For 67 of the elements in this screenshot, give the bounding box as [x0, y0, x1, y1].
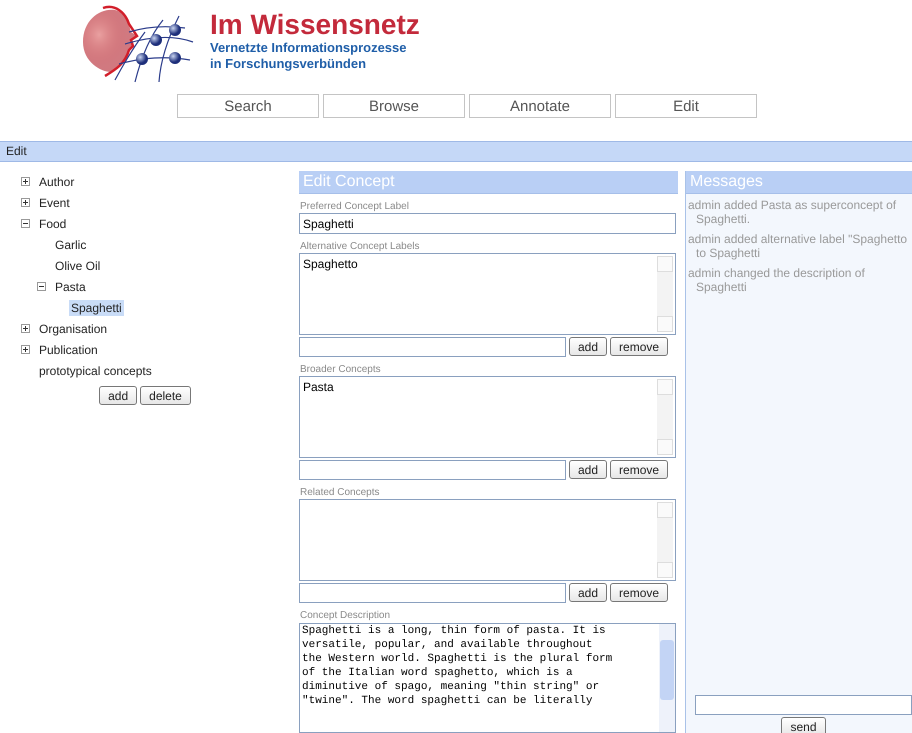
nav-button[interactable]: Annotate: [469, 94, 611, 118]
panel-title: Messages: [690, 173, 763, 190]
description-line: versatile, popular, and available throughout: [302, 638, 594, 652]
tree-item[interactable]: Garlic: [53, 236, 88, 252]
description-line: diminutive of spago, meaning "thin string" or: [302, 680, 600, 694]
message-text: admin added Pasta as superconcept of: [688, 198, 898, 212]
input-field[interactable]: [299, 460, 566, 480]
tree-item[interactable]: Spaghetti: [69, 300, 124, 316]
message-text: Spaghetti: [695, 280, 748, 294]
collapse-icon[interactable]: [21, 219, 30, 228]
logo-title: Im Wissensnetz: [210, 10, 420, 40]
scrollbar[interactable]: [659, 624, 675, 732]
list-item[interactable]: Spaghetto: [303, 257, 652, 271]
list-box[interactable]: Pasta: [299, 376, 676, 458]
input-field[interactable]: [299, 337, 566, 357]
expand-icon[interactable]: [21, 345, 30, 354]
list-box[interactable]: Spaghetto: [299, 253, 676, 335]
expand-icon[interactable]: [21, 198, 30, 207]
description-line: Spaghetti is a long, thin form of pasta. It is: [302, 624, 607, 638]
tree-item[interactable]: Author: [37, 174, 76, 190]
nav-button[interactable]: Edit: [615, 94, 757, 118]
scrollbar[interactable]: [657, 379, 673, 455]
field-label: Related Concepts: [300, 487, 380, 499]
description-line: the Western world. Spaghetti is the plural form: [302, 652, 614, 666]
tree-item[interactable]: Pasta: [53, 278, 88, 294]
field-label: Alternative Concept Labels: [300, 241, 421, 253]
message-text: to Spaghetti: [695, 246, 762, 260]
input-field[interactable]: Spaghetti: [299, 213, 676, 234]
expand-icon[interactable]: [21, 324, 30, 333]
tree-item[interactable]: Publication: [37, 342, 100, 358]
message-text: admin changed the description of: [688, 266, 866, 280]
field-label: Preferred Concept Label: [300, 201, 410, 213]
list-button[interactable]: add: [569, 583, 608, 602]
collapse-icon[interactable]: [37, 282, 46, 291]
field-label: Broader Concepts: [300, 364, 382, 376]
message-text: Spaghetti.: [695, 212, 752, 226]
list-item[interactable]: Pasta: [303, 380, 652, 394]
description-line: of the Italian word spaghetto, which is a: [302, 666, 574, 680]
description-line: "twine". The word spaghetti can be literally: [302, 694, 594, 708]
description-field[interactable]: [299, 623, 676, 733]
list-box[interactable]: [299, 499, 676, 581]
nav-button[interactable]: Browse: [323, 94, 465, 118]
section-title: Edit: [6, 144, 27, 158]
logo-subtitle: Vernetzte Informationsprozesse: [210, 40, 408, 56]
tree-button[interactable]: delete: [140, 386, 191, 405]
input-field[interactable]: [299, 583, 566, 603]
list-button[interactable]: remove: [610, 583, 668, 602]
tree-item[interactable]: Food: [37, 216, 68, 232]
send-button[interactable]: send: [781, 717, 826, 733]
logo-subtitle: in Forschungsverbünden: [210, 56, 368, 72]
tree-item[interactable]: prototypical concepts: [37, 362, 154, 378]
tree-item[interactable]: Olive Oil: [53, 258, 102, 274]
tree-button[interactable]: add: [99, 386, 138, 405]
message-text: admin added alternative label "Spaghetto: [688, 232, 908, 246]
list-button[interactable]: add: [569, 337, 608, 356]
list-button[interactable]: add: [569, 460, 608, 479]
nav-button[interactable]: Search: [177, 94, 319, 118]
panel-title: Edit Concept: [303, 173, 395, 190]
list-button[interactable]: remove: [610, 337, 668, 356]
field-label: Concept Description: [300, 610, 392, 622]
scrollbar[interactable]: [657, 502, 673, 578]
list-button[interactable]: remove: [610, 460, 668, 479]
expand-icon[interactable]: [21, 177, 30, 186]
scrollbar[interactable]: [657, 256, 673, 332]
message-input[interactable]: [695, 695, 912, 715]
tree-item[interactable]: Event: [37, 194, 72, 210]
tree-item[interactable]: Organisation: [37, 320, 110, 336]
